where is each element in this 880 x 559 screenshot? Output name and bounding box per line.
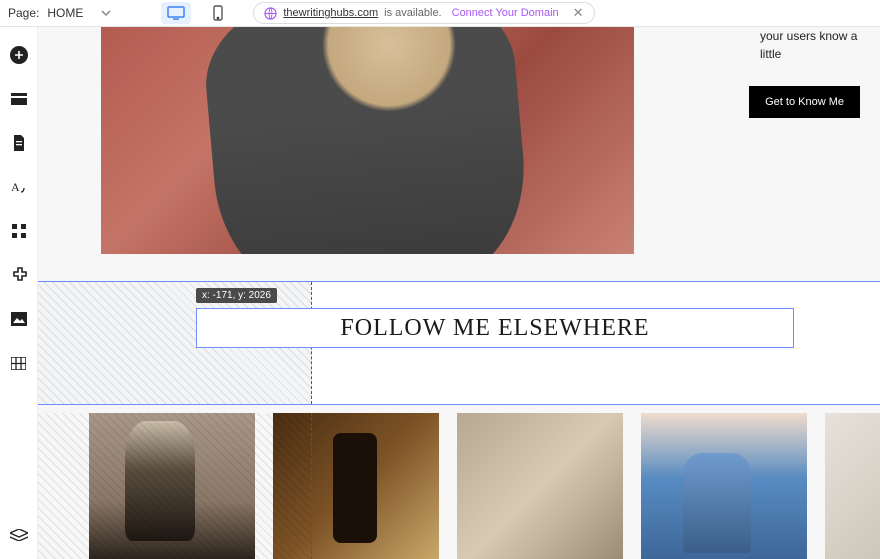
device-toggles: [161, 2, 233, 24]
domain-name[interactable]: thewritinghubs.com: [283, 7, 378, 19]
mobile-icon: [213, 5, 223, 21]
instagram-gallery[interactable]: [38, 413, 880, 559]
globe-icon: [264, 7, 277, 20]
page-label: Page:: [8, 6, 39, 20]
domain-available-text: is available.: [384, 7, 441, 19]
chevron-down-icon: [101, 8, 111, 18]
page-select-value: HOME: [47, 6, 83, 20]
get-to-know-me-button[interactable]: Get to Know Me: [749, 86, 860, 118]
add-icon[interactable]: [9, 45, 29, 65]
heading-text: FOLLOW ME ELSEWHERE: [340, 315, 649, 342]
section-icon[interactable]: [9, 89, 29, 109]
position-badge: x: -171, y: 2026: [196, 288, 277, 303]
left-sidebar: A: [0, 27, 38, 559]
svg-text:A: A: [11, 180, 20, 194]
hero-image[interactable]: [101, 27, 634, 254]
domain-banner: thewritinghubs.com is available. Connect…: [253, 2, 594, 24]
gallery-item[interactable]: [641, 413, 807, 559]
data-icon[interactable]: [9, 353, 29, 373]
gallery-item[interactable]: [273, 413, 439, 559]
theme-icon[interactable]: A: [9, 177, 29, 197]
page-icon[interactable]: [9, 133, 29, 153]
media-icon[interactable]: [9, 309, 29, 329]
gallery-item[interactable]: [89, 413, 255, 559]
gallery-item[interactable]: [825, 413, 880, 559]
top-bar: Page: HOME thewritinghubs.com is availab…: [0, 0, 880, 27]
heading-text-element[interactable]: FOLLOW ME ELSEWHERE: [196, 308, 794, 348]
page-select[interactable]: HOME: [47, 6, 111, 20]
editor-canvas[interactable]: your users know a little Get to Know Me …: [38, 27, 880, 559]
desktop-icon: [167, 6, 185, 20]
connect-domain-link[interactable]: Connect Your Domain: [452, 7, 559, 19]
mobile-toggle[interactable]: [203, 2, 233, 24]
apps-icon[interactable]: [9, 221, 29, 241]
layers-icon[interactable]: [9, 525, 29, 545]
addons-icon[interactable]: [9, 265, 29, 285]
desktop-toggle[interactable]: [161, 2, 191, 24]
gallery-item[interactable]: [457, 413, 623, 559]
close-icon[interactable]: ✕: [573, 5, 584, 21]
about-text[interactable]: your users know a little: [760, 27, 880, 63]
